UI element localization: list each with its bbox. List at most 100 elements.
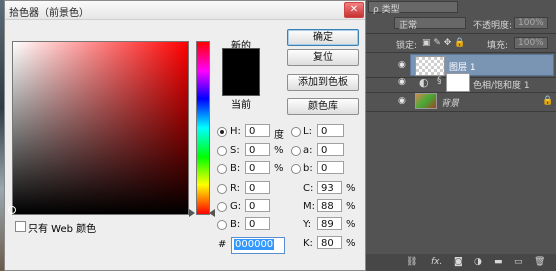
web-only-checkbox[interactable] <box>15 221 26 232</box>
current-color-label: 当前 <box>231 100 251 111</box>
hue-slider[interactable] <box>196 41 210 215</box>
label-k: K: <box>303 238 313 249</box>
divider <box>366 92 556 93</box>
layer-thumbnail <box>415 56 445 76</box>
add-to-swatches-button[interactable]: 添加到色板 <box>287 74 359 91</box>
mask-icon[interactable]: ◙ <box>454 257 463 267</box>
label-a: a: <box>303 145 313 156</box>
reset-button[interactable]: 复位 <box>287 49 359 66</box>
unit-s: % <box>274 145 284 156</box>
radio-blue[interactable] <box>217 220 227 230</box>
color-field[interactable] <box>12 41 189 215</box>
layer-name[interactable]: 背景 <box>441 96 459 109</box>
radio-h[interactable] <box>217 127 227 137</box>
input-r[interactable]: 0 <box>245 181 270 194</box>
ok-button[interactable]: 确定 <box>287 29 359 46</box>
label-s: S: <box>230 145 240 156</box>
radio-lab-b[interactable] <box>291 164 301 174</box>
hex-value: 000000 <box>234 239 275 250</box>
fill-value: 100% <box>518 38 544 48</box>
input-s[interactable]: 0 <box>245 143 270 156</box>
label-c: C: <box>303 183 314 194</box>
hue-slider-handle-left[interactable] <box>189 209 195 217</box>
label-r: R: <box>230 183 241 194</box>
fill-input[interactable]: 100% <box>514 37 548 49</box>
radio-b[interactable] <box>217 164 227 174</box>
label-l: L: <box>303 126 312 137</box>
layers-panel: ρ 类型 正常 不透明度: 100% 锁定: ▣ ✎ ✥ 🔒 填充: 100% … <box>366 0 556 271</box>
adjustment-icon: ◐ <box>419 76 429 89</box>
radio-l[interactable] <box>291 127 301 137</box>
eye-icon[interactable]: ◉ <box>398 96 406 106</box>
blend-mode-select[interactable]: 正常 <box>394 17 466 31</box>
input-g[interactable]: 0 <box>245 199 270 212</box>
radio-g[interactable] <box>217 202 227 212</box>
hue-slider-handle-right[interactable] <box>209 209 215 217</box>
close-icon: ✕ <box>349 4 359 15</box>
layer-mask-thumbnail[interactable] <box>446 73 470 92</box>
label-h: H: <box>230 126 241 137</box>
layer-name[interactable]: 图层 1 <box>449 60 476 73</box>
link-icon[interactable]: § <box>437 76 442 86</box>
unit-k: % <box>346 238 356 249</box>
opacity-label: 不透明度: <box>473 21 513 31</box>
layers-panel-toolbar: ⛓ fx. ◙ ◑ ▬ ▭ 🗑 <box>366 254 556 271</box>
input-h[interactable]: 0 <box>245 124 270 137</box>
unit-y: % <box>346 219 356 230</box>
link-layers-icon[interactable]: ⛓ <box>406 257 417 267</box>
fill-label: 填充: <box>487 41 509 51</box>
label-b: B: <box>230 163 241 174</box>
layer-thumbnail <box>415 93 437 109</box>
layer-name[interactable]: 色相/饱和度 1 <box>473 78 530 91</box>
adjustment-layer-icon[interactable]: ◑ <box>474 257 482 267</box>
color-picker-dialog: 拾色器（前景色） ✕ 新的 当前 确定 复位 添加到色板 颜色库 H: 0 度 … <box>4 0 366 271</box>
unit-b: % <box>274 163 284 174</box>
lock-icons[interactable]: ▣ ✎ ✥ 🔒 <box>422 38 465 48</box>
new-layer-icon[interactable]: ▭ <box>514 257 523 267</box>
radio-r[interactable] <box>217 184 227 194</box>
divider <box>366 52 556 53</box>
blend-mode-value: 正常 <box>399 21 418 31</box>
radio-a[interactable] <box>291 146 301 156</box>
unit-m: % <box>346 201 356 212</box>
label-y: Y: <box>303 219 312 230</box>
dialog-title-bar[interactable]: 拾色器（前景色） ✕ <box>5 1 365 20</box>
input-l[interactable]: 0 <box>317 124 344 137</box>
label-blue: B: <box>230 219 241 230</box>
input-b[interactable]: 0 <box>245 161 270 174</box>
dialog-title: 拾色器（前景色） <box>9 8 89 19</box>
fx-icon[interactable]: fx. <box>431 257 442 267</box>
input-y[interactable]: 89 <box>317 217 342 230</box>
group-icon[interactable]: ▬ <box>494 257 503 267</box>
color-libraries-button[interactable]: 颜色库 <box>287 98 359 115</box>
input-blue[interactable]: 0 <box>245 217 270 230</box>
lock-label: 锁定: <box>396 41 418 51</box>
new-color-swatch <box>222 48 260 96</box>
layer-kind-filter[interactable]: ρ 类型 <box>368 1 458 15</box>
input-c[interactable]: 93 <box>317 181 342 194</box>
opacity-input[interactable]: 100% <box>514 17 548 29</box>
radio-s[interactable] <box>217 146 227 156</box>
input-k[interactable]: 80 <box>317 236 342 249</box>
divider <box>366 111 556 112</box>
eye-icon[interactable]: ◉ <box>398 60 406 70</box>
delete-icon[interactable]: 🗑 <box>534 257 545 267</box>
unit-h: 度 <box>274 130 284 141</box>
input-m[interactable]: 88 <box>317 199 342 212</box>
lock-icon: 🔒 <box>542 96 554 106</box>
label-lab-b: b: <box>303 163 313 174</box>
input-lab-b[interactable]: 0 <box>317 161 344 174</box>
web-only-label: 只有 Web 颜色 <box>28 224 97 235</box>
color-field-marker[interactable] <box>8 206 16 214</box>
opacity-value: 100% <box>518 18 544 28</box>
close-button[interactable]: ✕ <box>344 2 364 18</box>
label-g: G: <box>230 201 242 212</box>
hex-hash-label: # <box>218 239 227 250</box>
input-a[interactable]: 0 <box>317 143 344 156</box>
layer-kind-label: ρ 类型 <box>373 5 400 15</box>
unit-c: % <box>346 183 356 194</box>
divider <box>366 33 556 34</box>
eye-icon[interactable]: ◉ <box>398 77 406 87</box>
hex-input[interactable]: 000000 <box>231 237 285 254</box>
label-m: M: <box>303 201 315 212</box>
